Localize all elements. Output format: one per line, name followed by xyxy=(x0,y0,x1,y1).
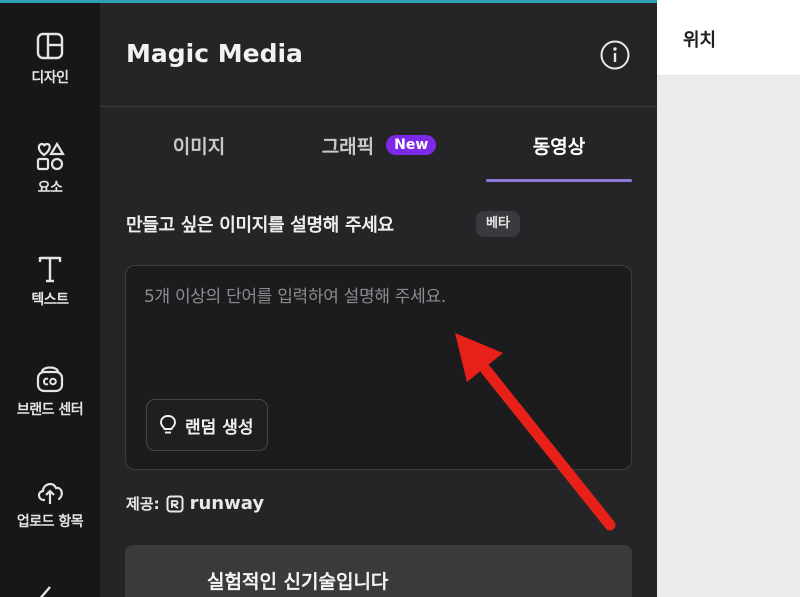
tab-image[interactable]: 이미지 xyxy=(126,107,272,183)
upload-cloud-icon xyxy=(37,482,63,504)
brand-icon xyxy=(36,366,64,393)
tab-label: 그래픽 xyxy=(321,135,375,158)
rail-item-uploads[interactable]: 업로드 항목 xyxy=(0,475,100,531)
position-title: 위치 xyxy=(683,30,717,51)
rail-label: 텍스트 xyxy=(31,292,69,308)
rail-label: 요소 xyxy=(37,180,63,196)
pen-icon[interactable] xyxy=(34,583,58,597)
tab-label: 이미지 xyxy=(172,135,226,158)
provided-by: 제공: runway xyxy=(126,493,264,514)
rail-label: 브랜드 센터 xyxy=(16,402,84,418)
text-icon xyxy=(38,256,62,283)
shapes-icon xyxy=(36,141,65,171)
active-tab-indicator xyxy=(486,179,632,182)
provided-by-label: 제공: xyxy=(126,495,160,513)
tab-video[interactable]: 동영상 xyxy=(486,107,632,183)
experimental-tech-label: 실험적인 신기술입니다 xyxy=(207,571,389,593)
prompt-box: 랜덤 생성 xyxy=(125,265,632,470)
info-icon[interactable] xyxy=(599,39,631,71)
experimental-tech-button[interactable]: 실험적인 신기술입니다 xyxy=(125,545,632,597)
prompt-input[interactable] xyxy=(144,282,614,382)
position-header: 위치 xyxy=(657,0,800,76)
panel-title: Magic Media xyxy=(126,39,303,68)
rail-label: 업로드 항목 xyxy=(16,514,84,530)
tab-label: 동영상 xyxy=(532,135,586,158)
magic-media-panel: Magic Media 이미지 그래픽 New 동영상 만들고 싶은 이미지를 … xyxy=(100,3,657,597)
beta-badge: 베타 xyxy=(476,211,520,237)
layout-icon xyxy=(36,32,64,60)
media-tabs: 이미지 그래픽 New 동영상 xyxy=(126,107,632,183)
canvas-area xyxy=(657,76,800,597)
random-generate-button[interactable]: 랜덤 생성 xyxy=(146,399,269,451)
panel-header: Magic Media xyxy=(100,3,657,107)
rail-label: 디자인 xyxy=(31,70,69,86)
side-rail: 디자인 요소 텍스트 브랜드 센터 업로드 항목 xyxy=(0,3,100,597)
rail-item-text[interactable]: 텍스트 xyxy=(0,253,100,309)
random-generate-label: 랜덤 생성 xyxy=(185,417,254,438)
rail-item-design[interactable]: 디자인 xyxy=(0,31,100,87)
runway-logo-icon xyxy=(166,495,184,512)
lightbulb-icon xyxy=(160,415,176,434)
new-badge: New xyxy=(386,135,437,155)
tab-graphic[interactable]: 그래픽 New xyxy=(296,107,462,183)
prompt-label: 만들고 싶은 이미지를 설명해 주세요 xyxy=(126,215,394,236)
rail-item-brand[interactable]: 브랜드 센터 xyxy=(0,363,100,419)
rail-item-elements[interactable]: 요소 xyxy=(0,141,100,197)
provider-name: runway xyxy=(189,493,265,514)
